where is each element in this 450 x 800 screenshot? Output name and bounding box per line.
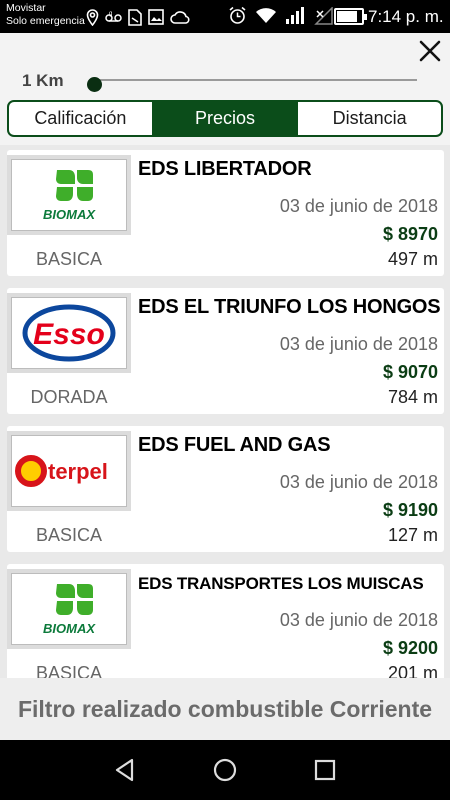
battery-icon bbox=[334, 8, 367, 25]
station-name: EDS EL TRIUNFO LOS HONGOS bbox=[138, 296, 441, 318]
fuel-type: DORADA bbox=[30, 387, 108, 407]
station-list[interactable]: BIOMAX EDS LIBERTADOR 03 de junio de 201… bbox=[0, 145, 450, 678]
update-date: 03 de junio de 2018 bbox=[279, 472, 438, 492]
esso-logo-text: Esso bbox=[33, 318, 105, 351]
sort-tabs: Calificación Precios Distancia bbox=[7, 100, 443, 137]
location-icon bbox=[86, 8, 99, 26]
recents-icon[interactable] bbox=[312, 757, 338, 783]
station-distance: 127 m bbox=[387, 525, 438, 545]
biomax-logo: BIOMAX bbox=[7, 155, 131, 235]
fuel-type: BASICA bbox=[35, 249, 103, 269]
fuel-price: $ 9200 bbox=[382, 638, 438, 658]
fuel-price: $ 9070 bbox=[382, 362, 438, 382]
esso-logo: Esso bbox=[7, 293, 131, 373]
station-distance: 201 m bbox=[387, 663, 438, 678]
distance-slider-track[interactable] bbox=[95, 79, 417, 81]
home-icon[interactable] bbox=[212, 757, 238, 783]
navigation-bar bbox=[0, 740, 450, 800]
station-name: EDS TRANSPORTES LOS MUISCAS bbox=[138, 574, 424, 593]
filter-header: 1 Km Calificación Precios Distancia bbox=[0, 33, 450, 145]
fuel-price: $ 8970 bbox=[382, 224, 438, 244]
tab-calificacion[interactable]: Calificación bbox=[9, 102, 152, 135]
close-icon[interactable] bbox=[416, 37, 444, 65]
sim-icon bbox=[128, 8, 142, 26]
station-name: EDS FUEL AND GAS bbox=[138, 434, 331, 456]
distance-slider-thumb[interactable] bbox=[87, 77, 102, 92]
update-date: 03 de junio de 2018 bbox=[279, 334, 438, 354]
filter-footer: Filtro realizado combustible Corriente bbox=[0, 678, 450, 740]
fuel-type: BASICA bbox=[35, 663, 103, 678]
image-icon bbox=[148, 9, 164, 25]
biomax-logo-text: BIOMAX bbox=[43, 207, 96, 222]
station-card[interactable]: terpel EDS FUEL AND GAS 03 de junio de 2… bbox=[7, 426, 444, 552]
fuel-price: $ 9190 bbox=[382, 500, 438, 520]
alarm-icon bbox=[229, 6, 246, 24]
station-card[interactable]: BIOMAX EDS TRANSPORTES LOS MUISCAS 03 de… bbox=[7, 564, 444, 678]
update-date: 03 de junio de 2018 bbox=[279, 610, 438, 630]
tab-precios[interactable]: Precios bbox=[151, 102, 297, 135]
wifi-icon bbox=[256, 8, 276, 23]
carrier-name: Movistar bbox=[6, 2, 46, 14]
update-date: 03 de junio de 2018 bbox=[279, 196, 438, 216]
filter-summary: Filtro realizado combustible Corriente bbox=[17, 695, 433, 722]
station-name: EDS LIBERTADOR bbox=[138, 158, 312, 180]
cloud-icon bbox=[170, 11, 190, 24]
carrier-sub: Solo emergencia bbox=[6, 15, 85, 27]
status-bar: Movistar Solo emergencia g 7:14 p. m. bbox=[0, 0, 450, 33]
station-card[interactable]: Esso EDS EL TRIUNFO LOS HONGOS 03 de jun… bbox=[7, 288, 444, 414]
voicemail-icon: g bbox=[105, 11, 122, 22]
station-distance: 497 m bbox=[387, 249, 438, 269]
clock: 7:14 p. m. bbox=[368, 7, 444, 26]
status-icons-right bbox=[228, 6, 333, 25]
station-distance: 784 m bbox=[387, 387, 438, 407]
biomax-logo: BIOMAX bbox=[7, 569, 131, 649]
tab-distancia[interactable]: Distancia bbox=[296, 102, 441, 135]
terpel-logo-text: terpel bbox=[48, 459, 108, 484]
status-icons: g bbox=[86, 7, 190, 27]
distance-label: 1 Km bbox=[22, 71, 64, 90]
back-icon[interactable] bbox=[112, 757, 138, 783]
signal-icon bbox=[286, 6, 304, 24]
biomax-logo-text: BIOMAX bbox=[43, 621, 96, 636]
terpel-logo: terpel bbox=[7, 431, 131, 511]
carrier-info: Movistar Solo emergencia bbox=[6, 2, 85, 28]
station-card[interactable]: BIOMAX EDS LIBERTADOR 03 de junio de 201… bbox=[7, 150, 444, 276]
no-signal-icon bbox=[314, 6, 333, 25]
fuel-type: BASICA bbox=[35, 525, 103, 545]
svg-text:g: g bbox=[109, 11, 112, 17]
